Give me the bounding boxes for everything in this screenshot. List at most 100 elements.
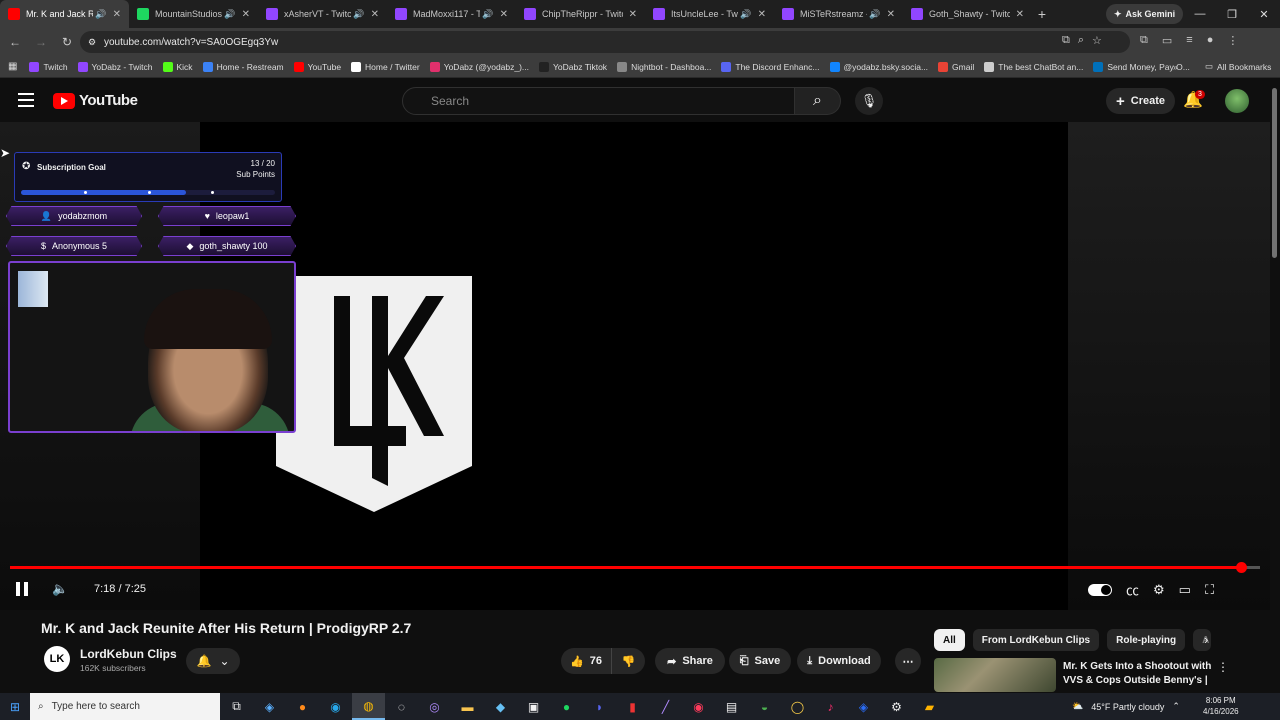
settings-gear-icon[interactable]: ⚙ [1153,582,1165,598]
tab-close-icon[interactable]: ✕ [113,9,121,20]
steam-icon[interactable]: ◆ [484,693,517,720]
filter-chip[interactable]: From LordKebun Clips [972,629,1100,651]
discord-icon[interactable]: ◗ [583,693,616,720]
create-button[interactable]: + Create [1106,88,1176,114]
tiktok-icon[interactable]: ♪ [814,693,847,720]
apps-grid-icon[interactable]: ▦ [8,61,17,72]
browser-tab[interactable]: ChipTheRippr - Twitch ✕ [516,0,645,28]
chrome-icon[interactable]: ◍ [352,693,385,720]
ask-gemini-button[interactable]: ✦ Ask Gemini [1106,4,1184,24]
browser-tab[interactable]: MiSTeRstreamz - Tw🔊 ✕ [774,0,903,28]
bookmark-item[interactable]: YoDabz (@yodabz_)... [429,61,529,72]
app-icon[interactable]: ▤ [715,693,748,720]
profile-icon[interactable]: ● [1207,34,1214,47]
tab-close-icon[interactable]: ✕ [629,9,637,20]
minimize-icon[interactable]: — [1184,0,1216,28]
tab-close-icon[interactable]: ✕ [242,9,250,20]
bookmark-item[interactable]: Nightbot - Dashboa... [617,61,711,72]
download-button[interactable]: ⤓ Download [797,648,881,674]
video-progress-bar[interactable] [10,562,1260,573]
browser-tab[interactable]: Mr. K and Jack Reuni🔊 ✕ [0,0,129,28]
account-avatar[interactable] [1225,89,1249,113]
bookmark-item[interactable]: @yodabz.bsky.socia... [829,61,928,72]
epic-games-icon[interactable]: ▣ [517,693,550,720]
media-controls-icon[interactable]: ≡ [1186,34,1192,47]
edge-icon[interactable]: ◉ [319,693,352,720]
filter-chip[interactable]: All [934,629,965,651]
app-icon[interactable]: ◎ [418,693,451,720]
firefox-icon[interactable]: ● [286,693,319,720]
browser-tab[interactable]: Goth_Shawty - Twitch ✕ [903,0,1032,28]
tab-close-icon[interactable]: ✕ [758,9,766,20]
page-scrollbar[interactable] [1272,88,1277,258]
bookmark-item[interactable]: YoDabz - Twitch [77,61,153,72]
bookmark-item[interactable]: Twitch [29,61,68,72]
address-bar[interactable]: ⚙ youtube.com/watch?v=SA0OGEgq3Yw [80,31,1130,53]
voice-search-button[interactable]: 🎙 [855,87,883,115]
bookmark-item[interactable]: YouTube [293,61,341,72]
captions-icon[interactable]: ㏄ [1126,580,1139,599]
sidepanel-icon[interactable]: ▭ [1162,34,1172,47]
windows-start-icon[interactable]: ⊞ [0,693,30,720]
obs-icon[interactable]: ◌ [385,693,418,720]
tab-audio-icon[interactable]: 🔊 [869,9,880,20]
tab-close-icon[interactable]: ✕ [371,9,379,20]
recommended-video-thumbnail[interactable] [934,658,1056,692]
channel-name[interactable]: LordKebun Clips [80,647,177,661]
back-icon[interactable]: ← [4,31,26,53]
kebab-menu-icon[interactable]: ⋮ [1227,34,1238,47]
theater-mode-icon[interactable]: ▭ [1179,582,1191,598]
zoom-icon[interactable]: ⌕ [1078,34,1084,47]
browser-tab[interactable]: MadMoxxi117 - Tw 🔊 ✕ [387,0,516,28]
youtube-logo[interactable]: YouTube [53,92,138,109]
volume-icon[interactable]: 🔈 [52,581,68,597]
taskbar-clock[interactable]: 8:06 PM 4/16/2026 [1203,695,1239,717]
pause-button[interactable] [16,582,30,596]
tab-audio-icon[interactable]: 🔊 [482,9,493,20]
search-input[interactable]: Search [402,87,795,115]
maximize-icon[interactable]: ❐ [1216,0,1248,28]
bookmark-item[interactable]: Gmail [938,61,974,72]
new-tab-icon[interactable]: + [1032,6,1052,22]
bookmark-item[interactable]: Home - Restream [202,61,284,72]
dislike-button[interactable]: 👎 [611,648,645,674]
site-info-icon[interactable]: ⚙ [88,37,96,48]
browser-tab[interactable]: ItsUncleLee - Twitc🔊 ✕ [645,0,774,28]
bookmark-item[interactable]: Home / Twitter [351,61,420,72]
bookmarks-overflow-icon[interactable]: » [1173,62,1178,72]
spotify-icon[interactable]: ● [550,693,583,720]
fullscreen-icon[interactable]: ⛶ [1205,582,1214,598]
weather-text[interactable]: 45°F Partly cloudy [1091,702,1164,712]
menu-icon[interactable] [18,93,34,107]
extensions-icon[interactable]: ⧉ [1140,34,1148,47]
bookmark-item[interactable]: The best ChatBot an... [984,61,1083,72]
all-bookmarks[interactable]: ▭ All Bookmarks [1205,61,1271,72]
bookmark-star-icon[interactable]: ☆ [1092,34,1102,47]
tab-audio-icon[interactable]: 🔊 [353,9,364,20]
search-button[interactable]: ⌕ [795,87,841,115]
filter-chip[interactable]: A [1193,629,1212,651]
more-actions-button[interactable]: ⋯ [895,648,921,674]
tab-close-icon[interactable]: ✕ [1016,9,1024,20]
browser-tab[interactable]: xAsherVT - Twitch 🔊 ✕ [258,0,387,28]
share-button[interactable]: ➦ Share [655,648,725,674]
tab-audio-icon[interactable]: 🔊 [224,9,235,20]
like-button[interactable]: 👍 76 [561,648,611,674]
file-explorer-icon[interactable]: ▬ [451,693,484,720]
app-icon[interactable]: ◯ [781,693,814,720]
ea-icon[interactable]: ◈ [847,693,880,720]
filter-chip[interactable]: Role-playing [1107,629,1186,651]
bookmark-item[interactable]: The Discord Enhanc... [721,61,820,72]
app-icon[interactable]: ╱ [649,693,682,720]
app-icon[interactable]: ◒ [748,693,781,720]
autoplay-toggle[interactable] [1088,583,1112,596]
tab-audio-icon[interactable]: 🔊 [740,9,751,20]
app-icon[interactable]: ▮ [616,693,649,720]
settings-icon[interactable]: ⚙ [880,693,913,720]
bookmark-item[interactable]: Kick [162,61,193,72]
tab-close-icon[interactable]: ✕ [500,9,508,20]
recommended-more-icon[interactable]: ⋮ [1217,660,1229,674]
chevron-right-icon[interactable]: › [1204,632,1208,647]
browser-tab[interactable]: MountainStudios S🔊 ✕ [129,0,258,28]
close-window-icon[interactable]: ✕ [1248,0,1280,28]
